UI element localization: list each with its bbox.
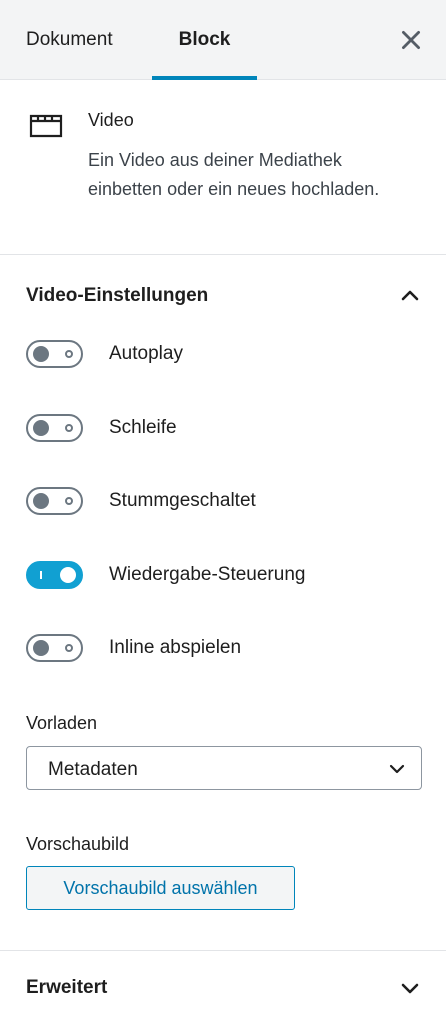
toggle-row-autoplay: Autoplay xyxy=(26,338,406,372)
autoplay-label[interactable]: Autoplay xyxy=(109,343,183,365)
toggle-row-loop: Schleife xyxy=(26,412,406,446)
chevron-down-icon[interactable] xyxy=(398,976,422,1000)
poster-label: Vorschaubild xyxy=(26,834,130,854)
toggle-row-muted: Stummgeschaltet xyxy=(26,485,406,519)
inline-label[interactable]: Inline abspielen xyxy=(109,637,241,659)
controls-toggle[interactable] xyxy=(26,561,83,589)
video-settings-title[interactable]: Video-Einstellungen xyxy=(26,285,208,307)
toggle-row-inline: Inline abspielen xyxy=(26,632,406,666)
autoplay-toggle[interactable] xyxy=(26,340,83,368)
loop-label[interactable]: Schleife xyxy=(109,417,177,439)
block-description: Ein Video aus deiner Mediathek einbetten… xyxy=(88,150,380,199)
preload-label: Vorladen xyxy=(26,713,98,733)
preload-select-value: Metadaten xyxy=(48,759,138,780)
block-title: Video xyxy=(88,110,134,130)
close-icon[interactable] xyxy=(398,27,424,53)
preload-select[interactable]: Metadaten xyxy=(26,746,422,790)
chevron-down-icon xyxy=(389,764,405,774)
loop-toggle[interactable] xyxy=(26,414,83,442)
muted-toggle[interactable] xyxy=(26,487,83,515)
tab-dokument[interactable]: Dokument xyxy=(26,0,113,79)
chevron-up-icon[interactable] xyxy=(398,284,422,308)
sidebar-tabs: Dokument Block xyxy=(0,0,446,80)
tab-block[interactable]: Block xyxy=(152,0,257,80)
muted-label[interactable]: Stummgeschaltet xyxy=(109,490,256,512)
controls-label[interactable]: Wiedergabe-Steuerung xyxy=(109,564,305,586)
select-poster-button[interactable]: Vorschaubild auswählen xyxy=(26,866,295,910)
inline-toggle[interactable] xyxy=(26,634,83,662)
advanced-title[interactable]: Erweitert xyxy=(26,977,107,999)
video-icon xyxy=(29,114,63,138)
toggle-row-controls: Wiedergabe-Steuerung xyxy=(26,559,406,593)
